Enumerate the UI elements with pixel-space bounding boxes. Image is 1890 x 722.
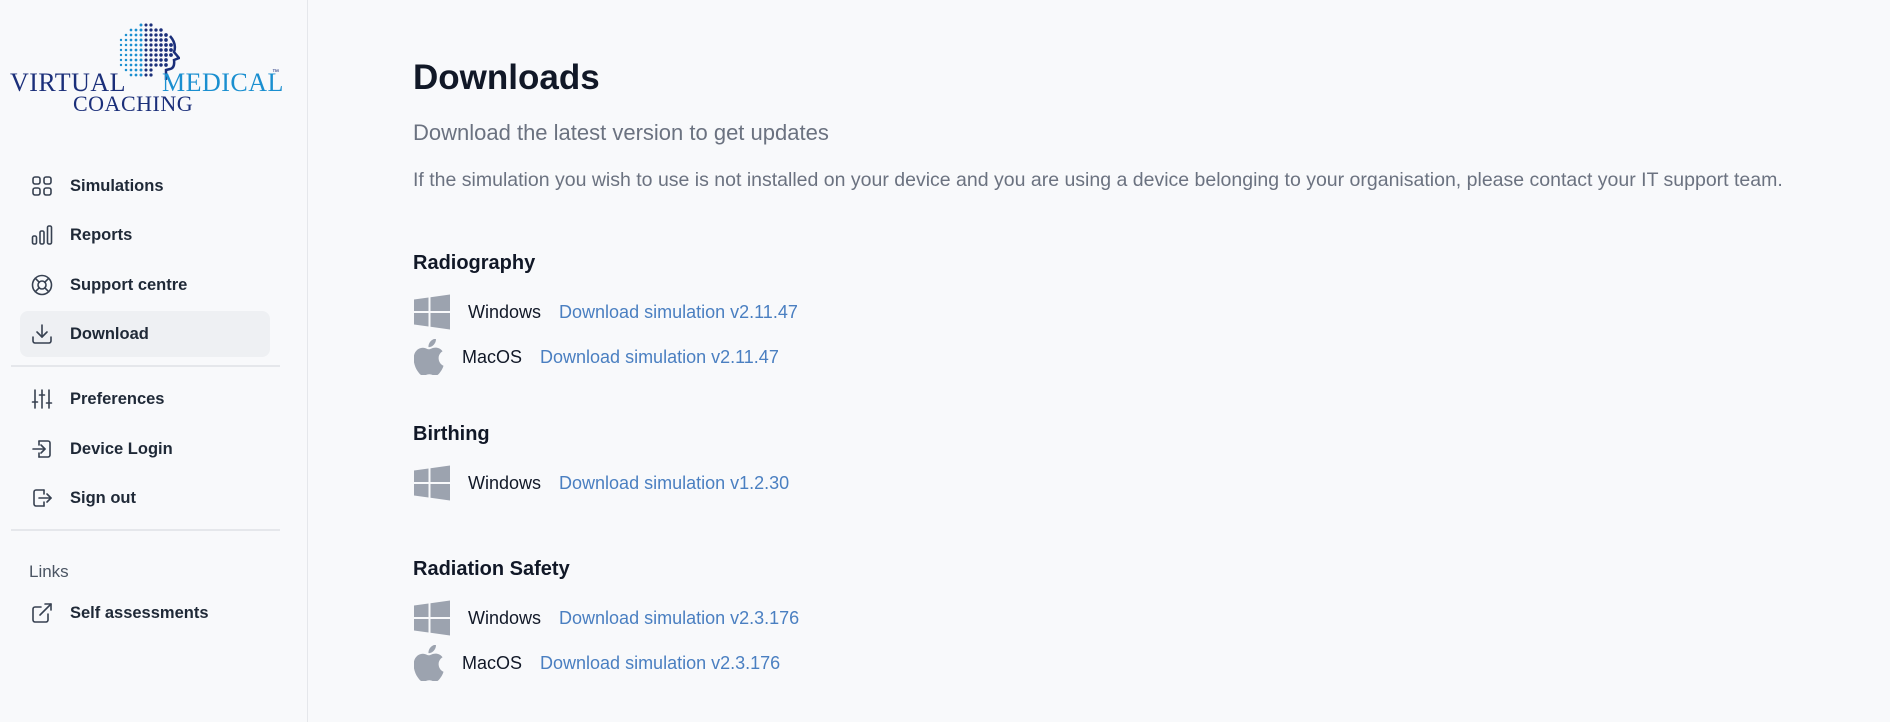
download-link[interactable]: Download simulation v2.3.176	[559, 608, 799, 629]
download-row: MacOS Download simulation v2.3.176	[413, 643, 780, 683]
page-subtitle: Download the latest version to get updat…	[413, 120, 829, 145]
grid-icon	[29, 173, 55, 199]
download-icon	[29, 321, 55, 347]
page-description: If the simulation you wish to use is not…	[413, 169, 1783, 191]
windows-icon	[413, 465, 451, 501]
download-link[interactable]: Download simulation v2.3.176	[540, 653, 780, 674]
download-row: Windows Download simulation v2.3.176	[413, 598, 799, 638]
apple-icon	[413, 645, 445, 681]
download-link[interactable]: Download simulation v2.11.47	[540, 347, 779, 368]
os-name: Windows	[468, 607, 542, 628]
sidebar-item-label: Device Login	[70, 439, 173, 458]
sidebar-item-support-centre[interactable]: Support centre	[20, 262, 270, 308]
links-header: Links	[29, 562, 69, 581]
download-link[interactable]: Download simulation v1.2.30	[559, 473, 789, 494]
sidebar: VIRTUAL MEDICAL COACHING ™ Simulations R…	[0, 0, 308, 722]
logo-trademark: ™	[272, 69, 279, 76]
sidebar-item-label: Reports	[70, 225, 133, 244]
sidebar-divider	[11, 529, 280, 531]
sidebar-item-simulations[interactable]: Simulations	[20, 163, 270, 209]
sidebar-item-download[interactable]: Download	[20, 311, 270, 357]
sidebar-item-label: Preferences	[70, 389, 165, 408]
sidebar-item-sign-out[interactable]: Sign out	[20, 475, 270, 521]
login-icon	[29, 436, 55, 462]
apple-icon	[413, 339, 445, 375]
download-row: Windows Download simulation v1.2.30	[413, 463, 789, 503]
sidebar-item-label: Support centre	[70, 275, 188, 294]
sidebar-link-label: Self assessments	[70, 603, 209, 622]
section-title-radiation-safety: Radiation Safety	[413, 558, 570, 580]
download-row: Windows Download simulation v2.11.47	[413, 292, 798, 332]
download-row: MacOS Download simulation v2.11.47	[413, 337, 779, 377]
sidebar-item-device-login[interactable]: Device Login	[20, 426, 270, 472]
os-name: Windows	[468, 472, 542, 493]
external-link-icon	[29, 600, 55, 626]
lifebuoy-icon	[29, 272, 55, 298]
sidebar-link-self-assessments[interactable]: Self assessments	[20, 590, 270, 636]
brand-logo[interactable]: VIRTUAL MEDICAL COACHING ™	[10, 22, 283, 122]
logout-icon	[29, 485, 55, 511]
section-title-birthing: Birthing	[413, 423, 490, 445]
sidebar-item-label: Simulations	[70, 176, 164, 195]
sidebar-divider	[11, 365, 280, 367]
windows-icon	[413, 294, 451, 330]
section-title-radiography: Radiography	[413, 252, 536, 274]
download-link[interactable]: Download simulation v2.11.47	[559, 302, 798, 323]
page-title: Downloads	[413, 58, 600, 97]
bar-chart-icon	[29, 222, 55, 248]
sidebar-item-reports[interactable]: Reports	[20, 212, 270, 258]
os-name: MacOS	[462, 652, 523, 673]
os-name: Windows	[468, 301, 542, 322]
os-name: MacOS	[462, 346, 523, 367]
windows-icon	[413, 600, 451, 636]
logo-word-coaching: COACHING	[73, 91, 194, 116]
sliders-icon	[29, 386, 55, 412]
sidebar-item-label: Sign out	[70, 488, 136, 507]
sidebar-item-label: Download	[70, 324, 149, 343]
sidebar-item-preferences[interactable]: Preferences	[20, 376, 270, 422]
